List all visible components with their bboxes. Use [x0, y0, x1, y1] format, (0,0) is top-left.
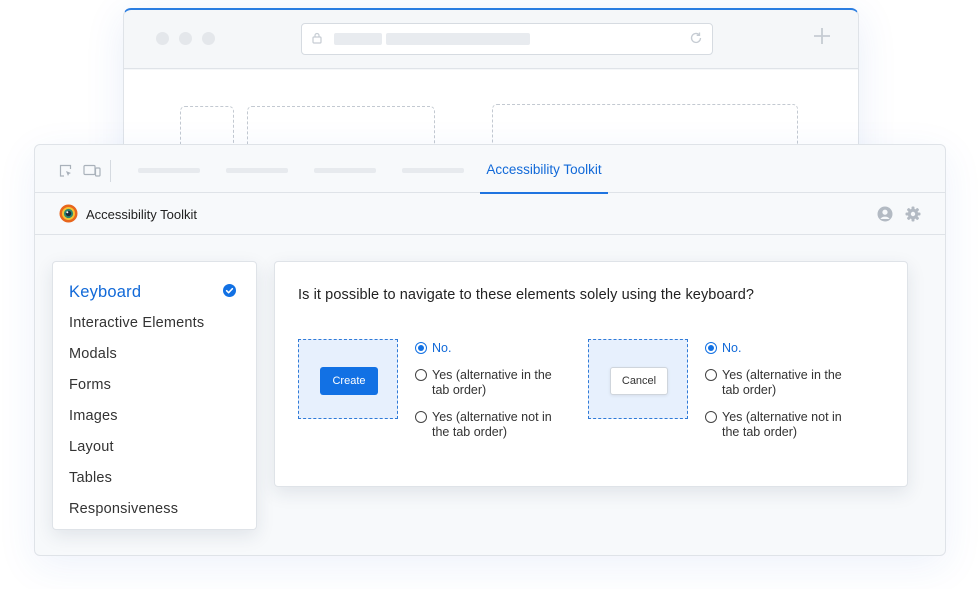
sidebar-item-keyboard[interactable]: Keyboard	[69, 283, 141, 302]
check-circle-icon	[223, 284, 236, 297]
radio-selected[interactable]	[705, 342, 717, 354]
option-label: No.	[722, 341, 742, 355]
window-dot	[156, 32, 169, 45]
question-text: Is it possible to navigate to these elem…	[298, 287, 755, 303]
window-dot	[179, 32, 192, 45]
radio-button[interactable]	[705, 411, 717, 423]
option-label: Yes (alternative in the tab order)	[432, 368, 552, 397]
user-icon[interactable]	[877, 206, 893, 222]
tab-placeholder[interactable]	[314, 168, 376, 173]
radio-selected[interactable]	[415, 342, 427, 354]
address-bar[interactable]	[301, 23, 713, 55]
window-dot	[202, 32, 215, 45]
sidebar-item-forms[interactable]: Forms	[69, 377, 111, 393]
toolbar-divider	[124, 68, 858, 69]
sidebar-item-interactive-elements[interactable]: Interactive Elements	[69, 315, 204, 331]
option-label: No.	[432, 341, 452, 355]
new-tab-icon[interactable]	[812, 26, 832, 46]
tab-placeholder[interactable]	[138, 168, 200, 173]
devtools-tab-bar: Accessibility Toolkit	[35, 145, 945, 194]
element-preview: Create	[298, 339, 398, 419]
sidebar-item-modals[interactable]: Modals	[69, 346, 117, 362]
tab-separator	[110, 160, 111, 182]
sidebar-item-images[interactable]: Images	[69, 408, 118, 424]
tab-placeholder[interactable]	[402, 168, 464, 173]
devtools-panel: Accessibility Toolkit Accessibility Tool…	[34, 144, 946, 556]
tab-accessibility-toolkit[interactable]: Accessibility Toolkit	[480, 145, 608, 194]
logo-icon	[59, 204, 78, 223]
toolkit-title: Accessibility Toolkit	[86, 207, 198, 222]
url-placeholder	[334, 33, 382, 45]
radio-button[interactable]	[415, 369, 427, 381]
sidebar-item-tables[interactable]: Tables	[69, 470, 112, 486]
radio-button[interactable]	[415, 411, 427, 423]
option-label: Yes (alternative not in the tab order)	[432, 410, 552, 439]
toolkit-header: Accessibility Toolkit	[35, 194, 945, 235]
sidebar-item-responsiveness[interactable]: Responsiveness	[69, 501, 178, 517]
option-label: Yes (alternative not in the tab order)	[722, 410, 842, 439]
radio-button[interactable]	[705, 369, 717, 381]
sidebar-item-layout[interactable]: Layout	[69, 439, 114, 455]
create-button[interactable]: Create	[320, 367, 378, 395]
cancel-button[interactable]: Cancel	[610, 367, 668, 395]
tab-label: Accessibility Toolkit	[486, 162, 602, 177]
url-placeholder	[386, 33, 530, 45]
question-card: Is it possible to navigate to these elem…	[274, 261, 908, 487]
element-preview: Cancel	[588, 339, 688, 419]
device-icon[interactable]	[83, 164, 101, 177]
tab-placeholder[interactable]	[226, 168, 288, 173]
inspect-icon[interactable]	[59, 164, 72, 177]
gear-icon[interactable]	[905, 206, 921, 222]
category-sidebar: Keyboard Interactive Elements Modals For…	[52, 261, 257, 530]
option-label: Yes (alternative in the tab order)	[722, 368, 842, 397]
reload-icon[interactable]	[689, 31, 703, 45]
lock-icon	[312, 32, 322, 44]
